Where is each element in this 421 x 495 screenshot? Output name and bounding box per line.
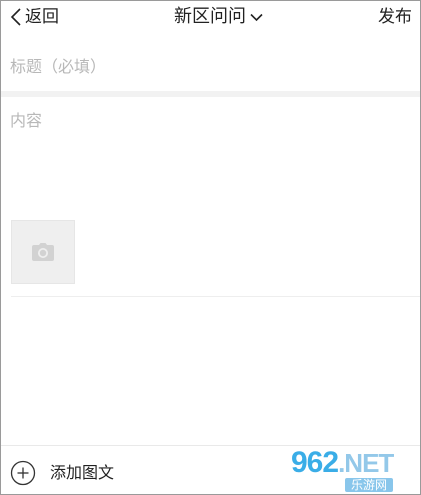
publish-button[interactable]: 发布 [378, 5, 412, 29]
title-dropdown[interactable]: 新区问问 [174, 5, 263, 29]
title-input[interactable] [10, 53, 410, 79]
add-photo-button[interactable] [11, 220, 75, 284]
watermark-sub: 乐游网 [345, 477, 394, 492]
watermark: 962.NET 乐游网 [283, 445, 419, 494]
section-divider [1, 91, 420, 97]
back-label: 返回 [25, 7, 59, 27]
header: 返回 新区问问 发布 [1, 1, 420, 35]
content-divider [11, 296, 420, 297]
page-title: 新区问问 [174, 6, 246, 27]
content-input[interactable] [10, 107, 410, 207]
plus-circle-icon [10, 460, 36, 486]
add-media-button[interactable]: 添加图文 [10, 459, 114, 487]
title-field [1, 41, 420, 91]
camera-icon [32, 243, 54, 261]
add-media-label: 添加图文 [50, 463, 115, 482]
watermark-logo-number: 962 [291, 445, 339, 479]
watermark-logo: 962.NET [283, 445, 394, 479]
watermark-logo-suffix: .NET [338, 447, 394, 478]
back-button[interactable]: 返回 [9, 5, 59, 29]
app-frame: 返回 新区问问 发布 添加图文 [0, 0, 421, 495]
chevron-down-icon [250, 13, 263, 21]
chevron-left-icon [10, 8, 21, 26]
